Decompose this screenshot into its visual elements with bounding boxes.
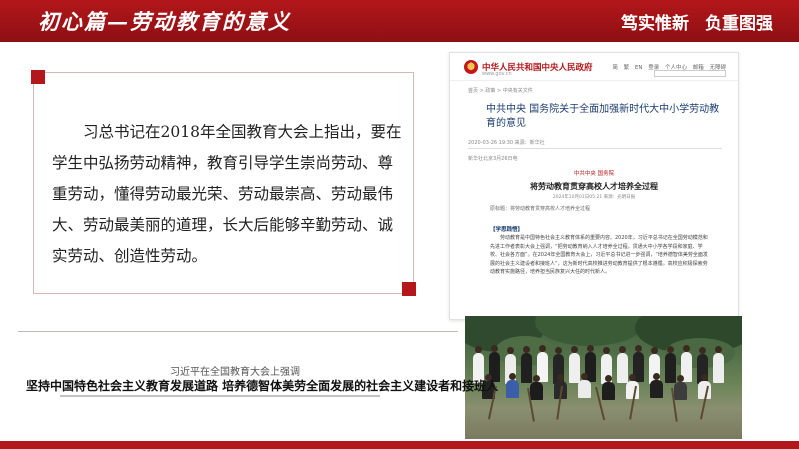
footer-strip [0, 441, 799, 449]
caption-headline: 坚持中国特色社会主义教育发展道路 培养德智体美劳全面发展的社会主义建设者和接班人 [26, 379, 499, 393]
gov-nav-item: 简 [612, 65, 618, 71]
paper-paragraph: 劳动教育是中国特色社会主义教育体系的重要内容。2020年，习近平总书记在全国劳动… [490, 235, 708, 276]
slogan: 笃实惟新 负重图强 [621, 9, 773, 34]
paper-meta: 2024年10月01日05:21 来源：光明日报 [552, 195, 636, 200]
caption-subtitle: 习近平在全国教育大会上强调 [170, 367, 300, 378]
gov-breadcrumb: 首页 > 政策 > 中央有关文件 [468, 88, 533, 94]
gov-source-line: 新华社北京3月26日电 [468, 156, 518, 162]
gov-search-box [654, 70, 726, 77]
paper-tag: 【学思践悟】 [490, 227, 524, 233]
slogan-part-2: 负重图强 [705, 14, 773, 34]
section-divider [18, 331, 458, 332]
header-banner: 初心篇—劳动教育的意义 笃实惟新 负重图强 [0, 0, 799, 42]
gov-header: 中华人民共和国中央人民政府 www.gov.cn 简 繁 EN 登录 个人中心 … [450, 53, 738, 81]
slogan-part-1: 笃实惟新 [621, 14, 689, 34]
gov-article-meta: 2020-03-26 19:30 来源：新华社 [468, 140, 545, 146]
quote-box: 习总书记在2018年全国教育大会上指出，要在学生中弘扬劳动精神，教育引导学生崇尚… [31, 70, 416, 296]
gov-article-screenshot: 中华人民共和国中央人民政府 www.gov.cn 简 繁 EN 登录 个人中心 … [449, 52, 739, 320]
paper-title: 将劳动教育贯穿高校人才培养全过程 [530, 182, 658, 191]
paper-subline: 原标题：将劳动教育贯穿高校人才培养全过程 [490, 206, 591, 212]
gov-divider [468, 148, 722, 149]
gov-site-url: www.gov.cn [482, 71, 512, 77]
quote-text: 习总书记在2018年全国教育大会上指出，要在学生中弘扬劳动精神，教育引导学生崇尚… [52, 123, 402, 265]
caption-cutoff-line [60, 394, 380, 398]
national-emblem-icon [464, 60, 478, 74]
gov-nav-item: EN [634, 65, 643, 71]
gov-article-title: 中共中央 国务院关于全面加强新时代大中小学劳动教育的意见 [486, 104, 720, 129]
paper-header: 中共中央 国务院 [573, 171, 615, 177]
section-title: 初心篇—劳动教育的意义 [38, 9, 291, 34]
students-group-photo [465, 316, 742, 439]
gov-nav-item: 繁 [623, 65, 630, 71]
